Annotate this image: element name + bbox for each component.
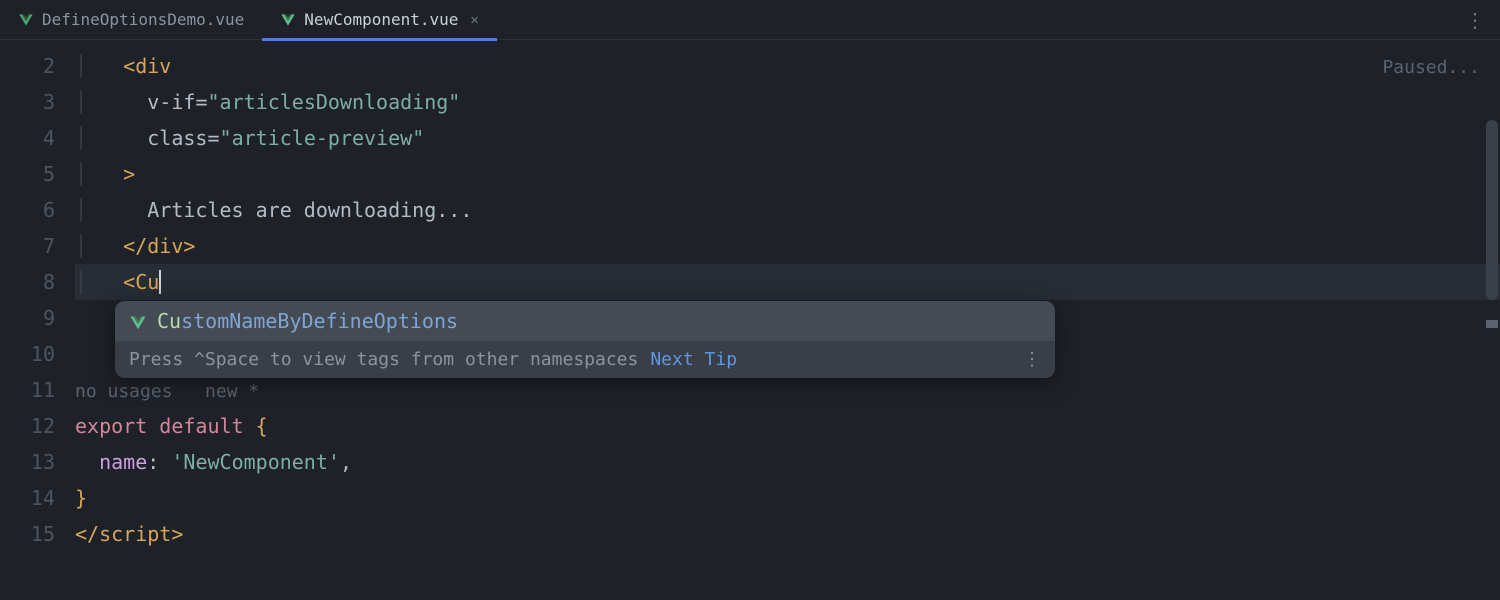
autocomplete-footer: Press ^Space to view tags from other nam… (115, 341, 1055, 378)
line-number: 6 (0, 192, 55, 228)
tab-define-options-demo[interactable]: DefineOptionsDemo.vue (0, 0, 262, 40)
tab-bar: DefineOptionsDemo.vue NewComponent.vue ✕… (0, 0, 1500, 40)
line-number: 4 (0, 120, 55, 156)
code-line: │ class="article-preview" (75, 120, 1500, 156)
code-line: │ </div> (75, 228, 1500, 264)
code-line-current: │ <Cu (75, 264, 1500, 300)
code-line: │ v-if="articlesDownloading" (75, 84, 1500, 120)
autocomplete-popup: CustomNameByDefineOptions Press ^Space t… (115, 301, 1055, 378)
next-tip-link[interactable]: Next Tip (650, 349, 737, 370)
line-number: 5 (0, 156, 55, 192)
tab-label: DefineOptionsDemo.vue (42, 10, 244, 29)
kebab-menu-icon[interactable]: ⋮ (1465, 8, 1484, 32)
vue-icon (280, 13, 296, 27)
gutter: 2 3 4 5 6 7 8 9 10 11 12 13 14 15 (0, 40, 75, 600)
scrollbar[interactable] (1486, 120, 1498, 300)
code-line: </script> (75, 516, 1500, 552)
autocomplete-hint: Press ^Space to view tags from other nam… (129, 349, 638, 370)
line-number: 10 (0, 336, 55, 372)
line-number: 7 (0, 228, 55, 264)
code-line: │ > (75, 156, 1500, 192)
suggestion-text: CustomNameByDefineOptions (157, 309, 458, 333)
autocomplete-item[interactable]: CustomNameByDefineOptions (115, 301, 1055, 341)
vue-icon (129, 313, 147, 329)
line-number: 13 (0, 444, 55, 480)
close-icon[interactable]: ✕ (470, 12, 478, 28)
tab-new-component[interactable]: NewComponent.vue ✕ (262, 0, 497, 40)
tab-label: NewComponent.vue (304, 10, 458, 29)
code-line: │ <div (75, 48, 1500, 84)
line-number: 15 (0, 516, 55, 552)
line-number: 2 (0, 48, 55, 84)
line-number: 12 (0, 408, 55, 444)
line-number: 8 (0, 264, 55, 300)
status-text: Paused... (1382, 50, 1480, 86)
text-cursor (159, 270, 161, 294)
kebab-menu-icon[interactable]: ⋮ (1023, 349, 1041, 370)
code-line: export default { (75, 408, 1500, 444)
code-line: name: 'NewComponent', (75, 444, 1500, 480)
line-number: 3 (0, 84, 55, 120)
code-line: │ Articles are downloading... (75, 192, 1500, 228)
line-number: 9 (0, 300, 55, 336)
line-number: 14 (0, 480, 55, 516)
line-number: 11 (0, 372, 55, 408)
scrollbar-mark (1486, 320, 1498, 328)
vue-icon (18, 13, 34, 27)
code-line: } (75, 480, 1500, 516)
code-line (75, 552, 1500, 588)
